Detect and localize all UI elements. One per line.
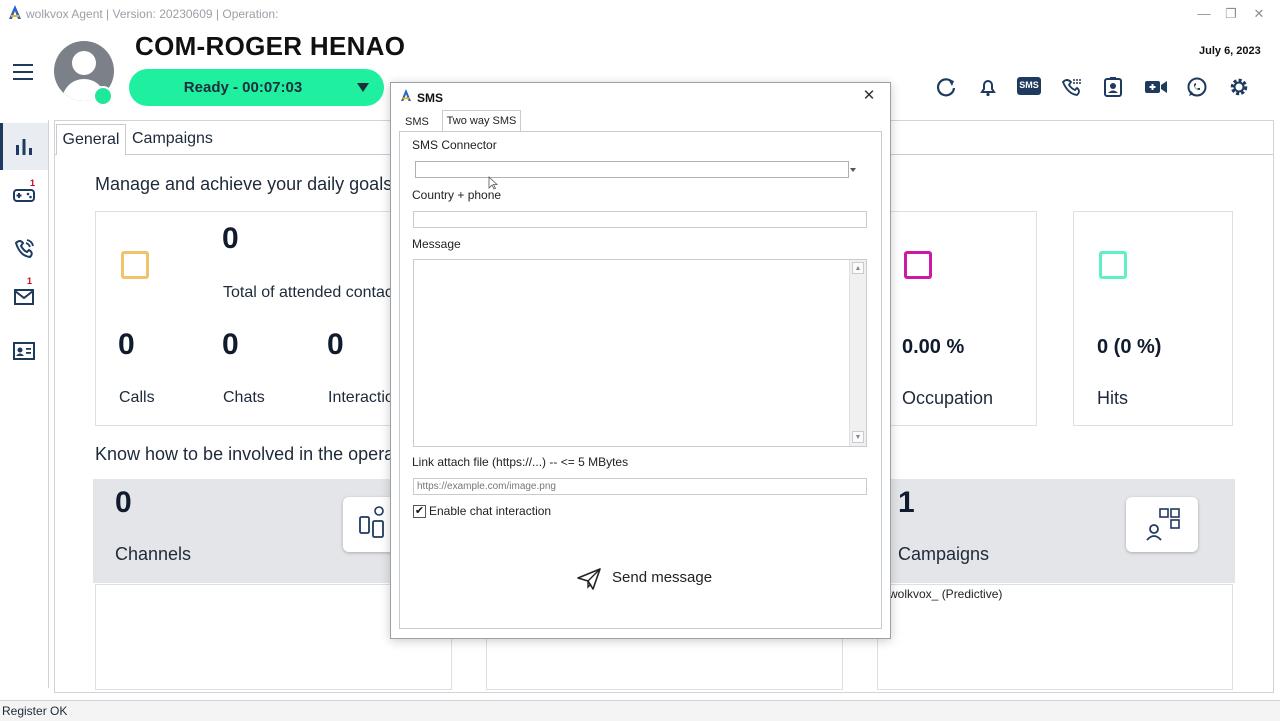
whatsapp-icon[interactable] xyxy=(1186,76,1208,98)
chevron-down-icon[interactable] xyxy=(850,168,856,172)
campaign-list-item[interactable]: wolkvox_ (Predictive) xyxy=(889,587,1002,601)
close-window-button[interactable]: ✕ xyxy=(1248,4,1270,24)
campaigns-label: Campaigns xyxy=(898,544,990,564)
sms-connector-select[interactable] xyxy=(415,161,849,178)
occupation-color-square xyxy=(904,251,932,279)
calls-value: 0 xyxy=(118,328,135,361)
minimize-button[interactable]: — xyxy=(1193,4,1215,24)
settings-icon[interactable] xyxy=(1228,76,1250,98)
status-text: Ready - 00:07:03 xyxy=(183,79,303,96)
tab-general[interactable]: General xyxy=(56,124,126,155)
send-icon xyxy=(577,568,601,590)
app-logo-icon xyxy=(9,5,21,19)
agent-name: COM-ROGER HENAO xyxy=(135,31,406,61)
close-icon[interactable]: ✕ xyxy=(861,88,877,104)
online-status-dot xyxy=(93,86,113,106)
campaigns-value: 1 xyxy=(898,486,915,519)
tab-two-way-sms[interactable]: Two way SMS xyxy=(442,110,521,132)
status-dropdown[interactable]: Ready - 00:07:03 xyxy=(129,69,384,106)
hits-label: Hits xyxy=(1097,388,1128,408)
goals-title: Manage and achieve your daily goals xyxy=(95,174,393,194)
involved-title: Know how to be involved in the opera xyxy=(95,444,395,464)
status-bar: Register OK xyxy=(0,700,1280,721)
send-message-button[interactable]: Send message xyxy=(574,565,719,595)
contacts-color-square xyxy=(121,251,149,279)
link-attach-input[interactable]: https://example.com/image.png xyxy=(413,478,867,495)
link-attach-label: Link attach file (https://...) -- <= 5 M… xyxy=(412,455,629,469)
tab-campaigns[interactable]: Campaigns xyxy=(132,124,213,154)
chevron-down-icon[interactable] xyxy=(357,83,369,92)
interactions-value: 0 xyxy=(327,328,344,361)
id-card-icon[interactable] xyxy=(12,339,36,363)
campaigns-icon-tile xyxy=(1126,497,1198,552)
bar-chart-icon[interactable] xyxy=(12,135,36,159)
campaigns-icon xyxy=(1146,508,1180,541)
current-date: July 6, 2023 xyxy=(1199,45,1261,57)
country-phone-label: Country + phone xyxy=(412,188,502,202)
chats-value: 0 xyxy=(222,328,239,361)
dialpad-icon[interactable] xyxy=(1060,76,1082,98)
sms-connector-label: SMS Connector xyxy=(412,138,497,152)
occupation-value: 0.00 % xyxy=(902,336,965,358)
window-titlebar: wolkvox Agent | Version: 20230609 | Oper… xyxy=(0,0,1280,28)
bell-icon[interactable] xyxy=(977,76,999,98)
message-textarea[interactable]: ▲ ▼ xyxy=(413,259,867,447)
mouse-cursor-icon xyxy=(488,176,498,190)
menu-icon[interactable] xyxy=(13,64,33,80)
occupation-label: Occupation xyxy=(902,388,994,408)
scroll-up-icon[interactable]: ▲ xyxy=(852,262,864,274)
contact-card-icon[interactable] xyxy=(1102,76,1124,98)
app-logo-icon xyxy=(401,89,411,101)
enable-chat-label: Enable chat interaction xyxy=(429,504,552,518)
total-contacts-label: Total of attended contacts xyxy=(223,284,406,301)
channels-value: 0 xyxy=(115,486,132,519)
scroll-down-icon[interactable]: ▼ xyxy=(852,431,864,443)
hits-value: 0 (0 %) xyxy=(1097,336,1162,358)
channels-label: Channels xyxy=(115,544,192,564)
channels-icon xyxy=(359,506,384,538)
hits-color-square xyxy=(1099,251,1127,279)
sms-icon[interactable]: SMS xyxy=(1017,77,1041,95)
tab-sms[interactable]: SMS xyxy=(405,113,429,131)
mail-icon[interactable] xyxy=(12,285,36,309)
window-title: wolkvox Agent | Version: 20230609 | Oper… xyxy=(26,7,279,21)
message-scrollbar[interactable]: ▲ ▼ xyxy=(849,260,866,446)
calls-label: Calls xyxy=(119,389,155,406)
sms-dialog: SMS ✕ SMS Two way SMS SMS Connector Coun… xyxy=(390,82,891,639)
video-icon[interactable] xyxy=(1143,76,1169,98)
message-label: Message xyxy=(412,237,461,251)
enable-chat-checkbox[interactable]: ✔ xyxy=(413,505,426,518)
chats-label: Chats xyxy=(223,389,265,406)
restore-button[interactable]: ❐ xyxy=(1220,4,1242,24)
total-contacts-value: 0 xyxy=(222,222,239,255)
register-status: Register OK xyxy=(2,704,68,718)
send-message-label: Send message xyxy=(612,569,713,586)
gamepad-icon[interactable] xyxy=(12,183,36,207)
interactions-label: Interactio xyxy=(328,389,394,406)
sms-dialog-title: SMS xyxy=(417,91,444,105)
refresh-icon[interactable] xyxy=(935,76,957,98)
phone-icon[interactable] xyxy=(12,237,36,261)
sms-icon-label: SMS xyxy=(1019,80,1039,90)
country-phone-input[interactable] xyxy=(413,211,867,228)
